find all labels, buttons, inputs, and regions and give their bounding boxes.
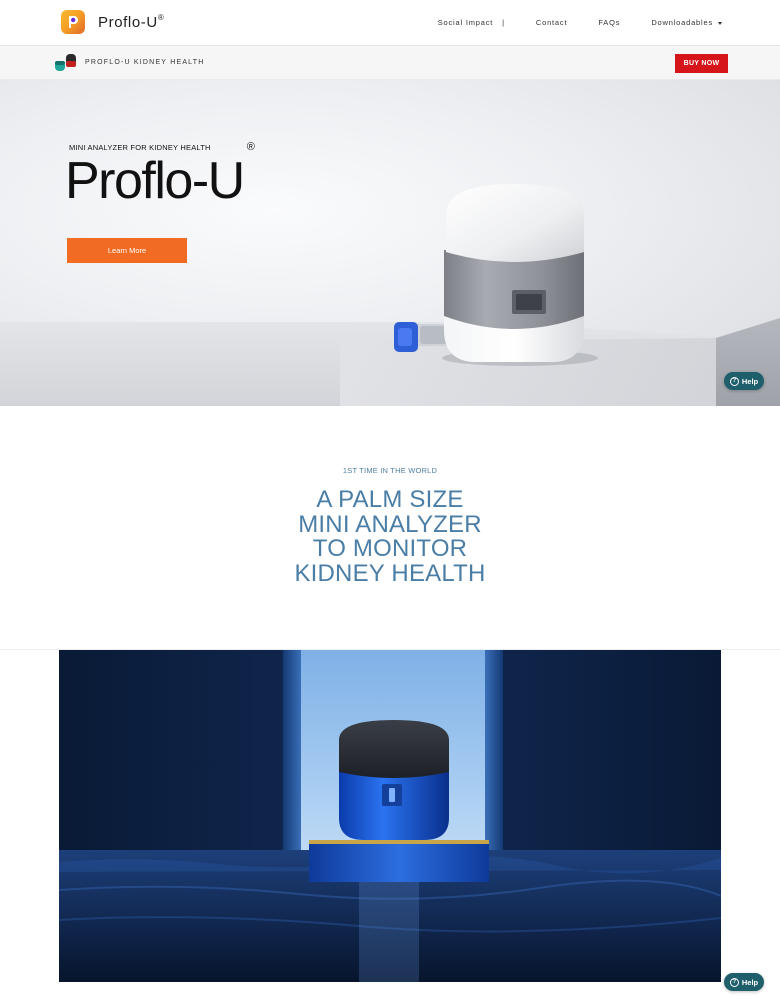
headline-line: A PALM SIZE — [316, 486, 464, 513]
question-icon: ? — [729, 977, 739, 987]
registered-mark: ® — [246, 140, 255, 153]
intro-section: 1ST TIME IN THE WORLD A PALM SIZE MINI A… — [0, 406, 780, 650]
product-name: PROFLO-U KIDNEY HEALTH — [85, 59, 205, 66]
brand-logo[interactable]: Proflo-U® — [61, 10, 164, 34]
learn-more-button[interactable]: Learn More — [67, 238, 187, 263]
help-label: Help — [741, 977, 759, 987]
hero-title: Proflo-U® — [65, 140, 255, 210]
intro-eyebrow: 1ST TIME IN THE WORLD — [342, 466, 438, 475]
product-bar: PROFLO-U KIDNEY HEALTH BUY NOW — [0, 46, 780, 80]
main-nav: Social Impact | Contact FAQs Downloadabl… — [438, 18, 722, 27]
nav-social-impact[interactable]: Social Impact — [438, 18, 493, 27]
page: Proflo-U® Social Impact | Contact FAQs D… — [0, 0, 780, 999]
blue-device-scene — [59, 650, 721, 982]
caret-down-icon — [718, 21, 722, 25]
hero-section: MINI ANALYZER FOR KIDNEY HEALTH Proflo-U… — [0, 80, 780, 406]
nav-downloadables[interactable]: Downloadables — [651, 18, 722, 27]
proflo-logo-icon — [61, 10, 85, 34]
buy-now-button[interactable]: BUY NOW — [675, 54, 728, 73]
brand-name: Proflo-U® — [98, 12, 165, 31]
question-icon: ? — [729, 376, 739, 386]
intro-headline: A PALM SIZE MINI ANALYZER TO MONITOR KID… — [0, 486, 780, 587]
registered-mark: ® — [157, 12, 165, 22]
nav-downloadables-label: Downloadables — [651, 18, 713, 27]
help-label: Help — [741, 376, 759, 386]
help-button[interactable]: ? Help — [724, 372, 764, 390]
headline-line: TO MONITOR — [312, 535, 468, 562]
headline-line: MINI ANALYZER — [298, 510, 482, 538]
nav-separator: | — [502, 18, 505, 27]
top-header: Proflo-U® Social Impact | Contact FAQs D… — [0, 0, 780, 46]
showcase-image — [59, 650, 721, 982]
nav-faqs[interactable]: FAQs — [598, 18, 620, 27]
nav-contact[interactable]: Contact — [536, 18, 567, 27]
headline-line: KIDNEY HEALTH — [294, 559, 486, 587]
help-button[interactable]: ? Help — [724, 973, 764, 991]
hero-eyebrow: MINI ANALYZER FOR KIDNEY HEALTH — [69, 143, 211, 152]
product-thumbnail — [55, 54, 76, 71]
